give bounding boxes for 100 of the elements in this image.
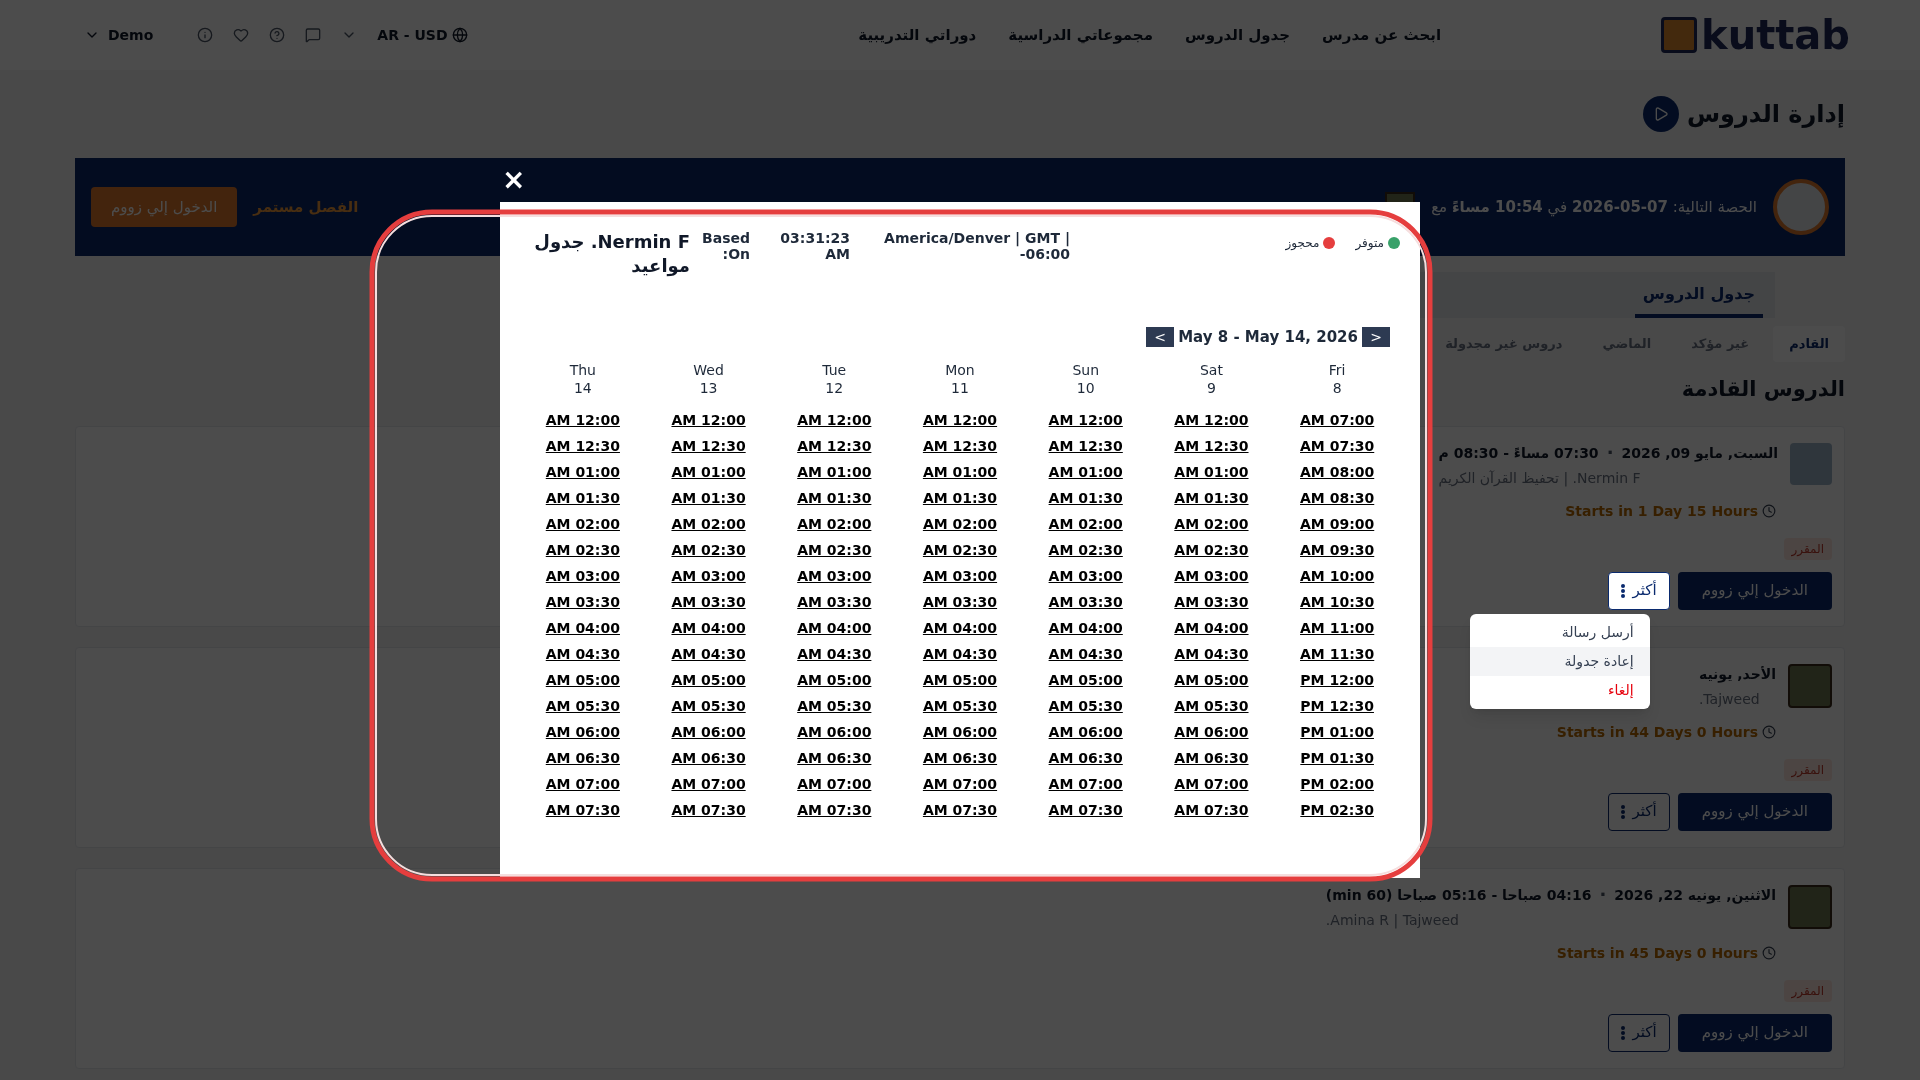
time-slot-link[interactable]: AM 07:00 [1300,406,1375,433]
time-slot-link[interactable]: AM 02:00 [1174,510,1249,537]
time-slot-link[interactable]: AM 05:30 [1174,692,1249,719]
time-slot-link[interactable]: AM 05:00 [1174,666,1249,693]
time-slot-link[interactable]: AM 01:00 [922,458,998,485]
time-slot-link[interactable]: AM 02:30 [671,536,746,563]
time-slot-link[interactable]: AM 04:00 [797,614,872,641]
time-slot-link[interactable]: AM 03:00 [545,562,620,589]
time-slot-link[interactable]: AM 12:30 [797,432,872,459]
time-slot-link[interactable]: AM 06:30 [671,744,746,771]
time-slot-link[interactable]: AM 07:00 [1048,770,1123,797]
time-slot-link[interactable]: AM 05:00 [671,666,746,693]
time-slot-link[interactable]: AM 01:30 [1048,484,1123,511]
time-slot-link[interactable]: PM 12:30 [1300,692,1374,719]
time-slot-link[interactable]: AM 12:00 [797,406,872,433]
time-slot-link[interactable]: AM 02:30 [1174,536,1249,563]
time-slot-link[interactable]: AM 07:30 [1174,796,1249,823]
next-week-button[interactable]: > [1362,327,1390,348]
time-slot-link[interactable]: AM 11:00 [1300,614,1375,641]
time-slot-link[interactable]: AM 10:30 [1300,588,1375,615]
time-slot-link[interactable]: AM 12:00 [1174,406,1249,433]
time-slot-link[interactable]: AM 08:00 [1300,458,1375,485]
time-slot-link[interactable]: AM 04:30 [1174,640,1249,667]
time-slot-link[interactable]: AM 04:00 [545,614,620,641]
previous-week-button[interactable]: < [1146,327,1175,348]
time-slot-link[interactable]: AM 07:00 [922,770,998,797]
time-slot-link[interactable]: AM 06:30 [922,744,998,771]
time-slot-link[interactable]: AM 05:30 [797,692,872,719]
time-slot-link[interactable]: AM 12:30 [1174,432,1249,459]
time-slot-link[interactable]: AM 01:00 [797,458,872,485]
time-slot-link[interactable]: AM 04:30 [797,640,872,667]
time-slot-link[interactable]: AM 07:30 [1048,796,1123,823]
time-slot-link[interactable]: AM 07:30 [1300,432,1375,459]
time-slot-link[interactable]: AM 01:00 [545,458,620,485]
time-slot-link[interactable]: AM 06:00 [922,718,998,745]
time-slot-link[interactable]: AM 05:00 [922,666,998,693]
time-slot-link[interactable]: AM 01:30 [922,484,998,511]
time-slot-link[interactable]: AM 04:00 [1174,614,1249,641]
close-button[interactable]: × [502,166,526,194]
time-slot-link[interactable]: AM 07:00 [797,770,872,797]
time-slot-link[interactable]: AM 04:30 [922,640,998,667]
time-slot-link[interactable]: PM 02:00 [1300,770,1374,797]
time-slot-link[interactable]: AM 07:30 [797,796,872,823]
menu-item[interactable]: إعادة جدولة [1469,646,1650,676]
time-slot-link[interactable]: AM 04:30 [671,640,746,667]
time-slot-link[interactable]: AM 02:00 [1048,510,1123,537]
time-slot-link[interactable]: AM 01:00 [1048,458,1123,485]
time-slot-link[interactable]: AM 07:30 [671,796,746,823]
time-slot-link[interactable]: AM 07:30 [545,796,620,823]
time-slot-link[interactable]: AM 05:30 [671,692,746,719]
time-slot-link[interactable]: AM 07:00 [1174,770,1249,797]
time-slot-link[interactable]: AM 03:30 [797,588,872,615]
time-slot-link[interactable]: PM 01:00 [1300,718,1374,745]
time-slot-link[interactable]: AM 01:30 [1174,484,1249,511]
time-slot-link[interactable]: AM 06:00 [1048,718,1123,745]
time-slot-link[interactable]: AM 12:30 [671,432,746,459]
time-slot-link[interactable]: AM 12:00 [922,406,998,433]
time-slot-link[interactable]: AM 12:30 [922,432,998,459]
time-slot-link[interactable]: AM 07:30 [922,796,998,823]
time-slot-link[interactable]: AM 03:00 [797,562,872,589]
time-slot-link[interactable]: AM 04:00 [671,614,746,641]
time-slot-link[interactable]: AM 06:30 [545,744,620,771]
time-slot-link[interactable]: AM 07:00 [671,770,746,797]
time-slot-link[interactable]: AM 12:00 [545,406,620,433]
time-slot-link[interactable]: AM 01:30 [797,484,872,511]
time-slot-link[interactable]: AM 09:00 [1300,510,1375,537]
time-slot-link[interactable]: AM 05:00 [545,666,620,693]
more-button[interactable]: أكثر [1607,571,1670,610]
time-slot-link[interactable]: AM 12:00 [671,406,746,433]
time-slot-link[interactable]: AM 09:30 [1300,536,1375,563]
time-slot-link[interactable]: AM 02:00 [545,510,620,537]
time-slot-link[interactable]: AM 04:30 [1048,640,1123,667]
time-slot-link[interactable]: AM 02:30 [1048,536,1123,563]
time-slot-link[interactable]: AM 12:30 [1048,432,1123,459]
time-slot-link[interactable]: AM 02:30 [922,536,998,563]
time-slot-link[interactable]: AM 03:00 [922,562,998,589]
time-slot-link[interactable]: AM 04:00 [1048,614,1123,641]
time-slot-link[interactable]: AM 03:00 [1048,562,1123,589]
time-slot-link[interactable]: AM 02:00 [671,510,746,537]
time-slot-link[interactable]: AM 03:30 [1048,588,1123,615]
time-slot-link[interactable]: AM 03:00 [1174,562,1249,589]
time-slot-link[interactable]: AM 06:00 [1174,718,1249,745]
time-slot-link[interactable]: AM 05:30 [1048,692,1123,719]
time-slot-link[interactable]: AM 03:00 [671,562,746,589]
time-slot-link[interactable]: AM 03:30 [1174,588,1249,615]
time-slot-link[interactable]: AM 03:30 [671,588,746,615]
time-slot-link[interactable]: AM 02:30 [545,536,620,563]
time-slot-link[interactable]: AM 06:00 [545,718,620,745]
time-slot-link[interactable]: PM 02:30 [1300,796,1374,823]
time-slot-link[interactable]: AM 05:00 [797,666,872,693]
menu-item[interactable]: أرسل رسالة [1469,617,1650,647]
time-slot-link[interactable]: AM 02:00 [922,510,998,537]
time-slot-link[interactable]: AM 04:30 [545,640,620,667]
time-slot-link[interactable]: AM 05:30 [922,692,998,719]
time-slot-link[interactable]: PM 01:30 [1300,744,1374,771]
time-slot-link[interactable]: PM 12:00 [1300,666,1374,693]
time-slot-link[interactable]: AM 12:30 [545,432,620,459]
time-slot-link[interactable]: AM 06:00 [671,718,746,745]
time-slot-link[interactable]: AM 04:00 [922,614,998,641]
time-slot-link[interactable]: AM 01:00 [671,458,746,485]
